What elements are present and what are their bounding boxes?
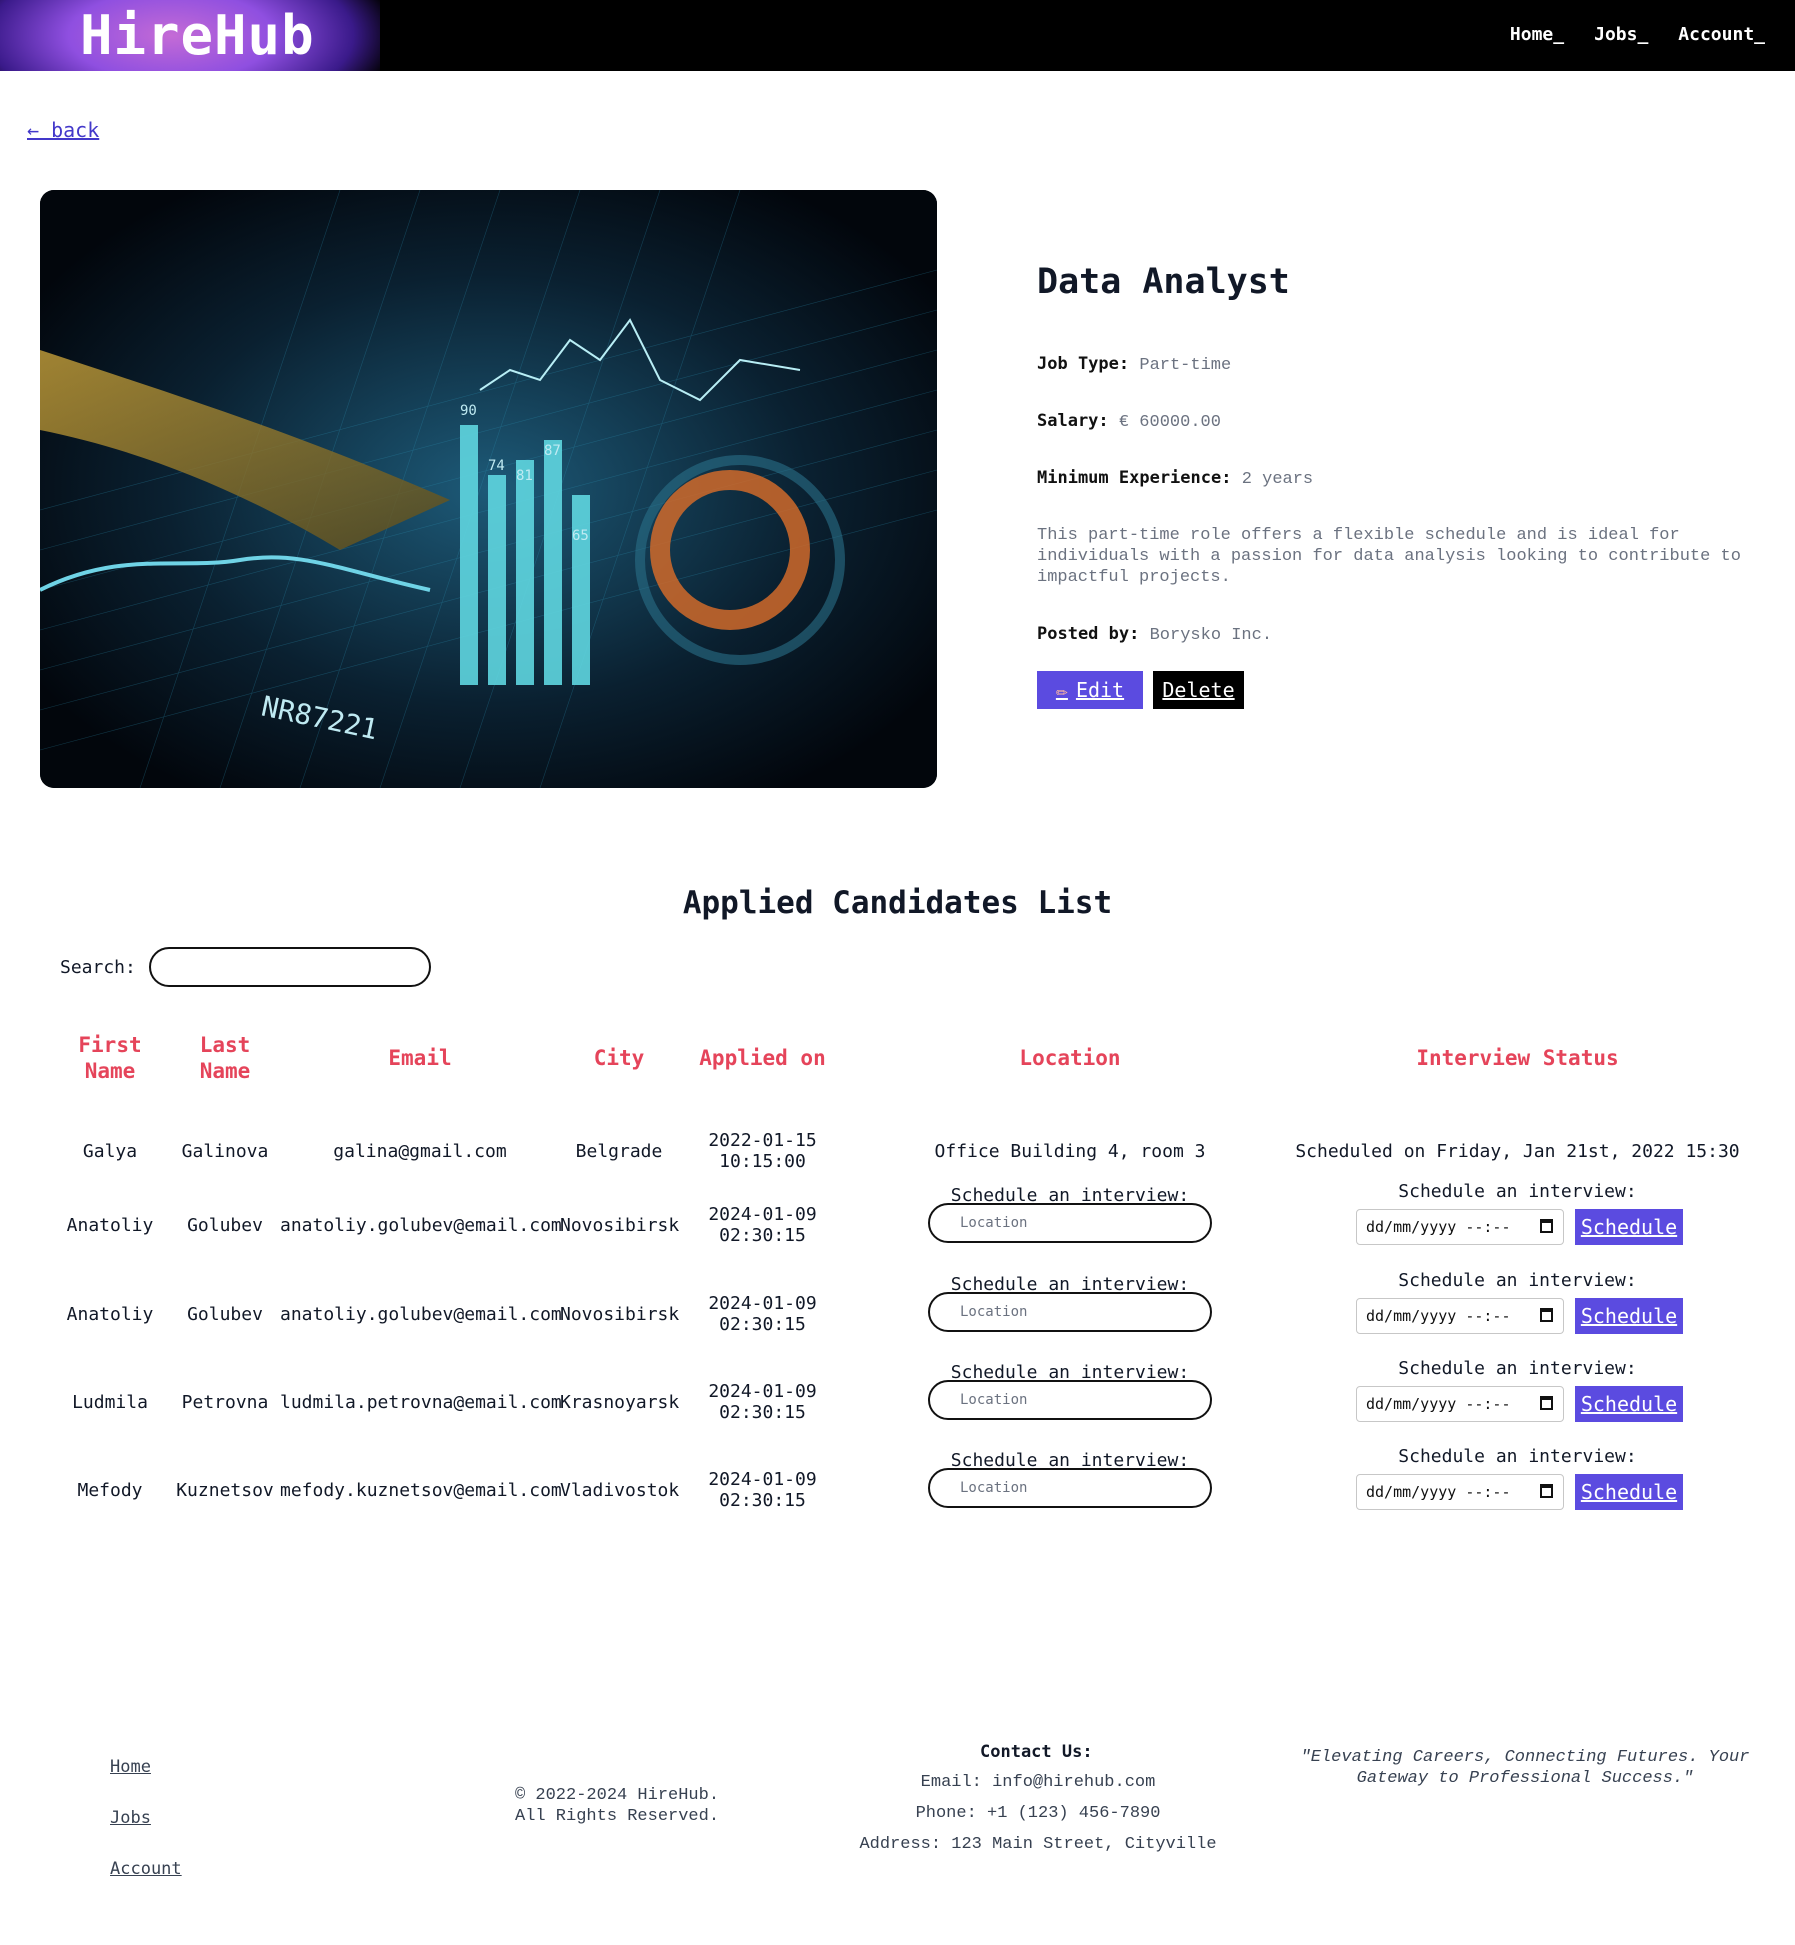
status-schedule-label: Schedule an interview:	[1398, 1446, 1637, 1467]
job-type-row: Job Type: Part-time	[1037, 354, 1231, 375]
col-last-name: Last Name	[199, 1033, 251, 1083]
cell-applied-on: 2022-01-15 10:15:00	[708, 1130, 817, 1172]
cell-first-name: Ludmila	[72, 1392, 148, 1413]
status-schedule-label: Schedule an interview:	[1398, 1358, 1637, 1379]
cell-last-name: Petrovna	[181, 1392, 269, 1413]
posted-by-row: Posted by: Borysko Inc.	[1037, 624, 1272, 645]
col-first-name: First Name	[78, 1033, 142, 1083]
datetime-input[interactable]: dd/mm/yyyy --:--	[1356, 1386, 1564, 1422]
cell-last-name: Kuznetsov	[176, 1480, 274, 1501]
salary-row: Salary: € 60000.00	[1037, 411, 1221, 432]
cell-email: galina@gmail.com	[333, 1141, 507, 1162]
top-navbar: HireHub Home_ Jobs_ Account_	[0, 0, 1795, 71]
nav-account[interactable]: Account_	[1678, 24, 1765, 45]
job-description: This part-time role offers a flexible sc…	[1037, 526, 1741, 587]
col-applied-on: Applied on	[699, 1046, 826, 1070]
cell-city: Krasnoyarsk	[560, 1392, 680, 1413]
cell-email: ludmila.petrovna@email.com	[280, 1392, 562, 1413]
location-input[interactable]: Location	[928, 1292, 1212, 1332]
schedule-button[interactable]: Schedule	[1575, 1209, 1683, 1245]
delete-button[interactable]: Delete	[1153, 671, 1244, 709]
svg-text:90: 90	[460, 403, 477, 419]
svg-text:74: 74	[488, 458, 505, 474]
footer-link-account[interactable]: Account	[110, 1859, 182, 1879]
cell-city: Novosibirsk	[560, 1304, 680, 1325]
pencil-icon: ✏	[1055, 678, 1068, 702]
edit-button[interactable]: ✏ Edit	[1037, 671, 1143, 709]
cell-first-name: Mefody	[77, 1480, 143, 1501]
cell-first-name: Galya	[82, 1141, 138, 1162]
cell-applied-on: 2024-01-09 02:30:15	[708, 1204, 817, 1246]
contact-address: Address: 123 Main Street, Cityville	[859, 1835, 1217, 1854]
cell-city: Vladivostok	[560, 1480, 680, 1501]
col-location: Location	[1019, 1046, 1121, 1070]
status-schedule-label: Schedule an interview:	[1398, 1270, 1637, 1291]
location-input[interactable]: Location	[928, 1380, 1212, 1420]
nav-jobs[interactable]: Jobs_	[1594, 24, 1648, 45]
datetime-input[interactable]: dd/mm/yyyy --:--	[1356, 1474, 1564, 1510]
back-link[interactable]: ← back	[27, 118, 99, 142]
col-email: Email	[388, 1046, 452, 1070]
posted-by-value: Borysko Inc.	[1149, 626, 1273, 645]
calendar-icon[interactable]	[1540, 1484, 1553, 1498]
candidates-title: Applied Candidates List	[682, 885, 1113, 921]
cell-location: Office Building 4, room 3	[934, 1141, 1206, 1162]
footer-quote: "Elevating Careers, Connecting Futures. …	[1300, 1748, 1750, 1788]
calendar-icon[interactable]	[1540, 1219, 1553, 1233]
svg-text:81: 81	[516, 468, 533, 484]
logo[interactable]: HireHub	[0, 0, 380, 71]
cell-first-name: Anatoliy	[66, 1215, 154, 1236]
col-interview-status: Interview Status	[1416, 1046, 1619, 1070]
salary-value: € 60000.00	[1118, 413, 1221, 432]
search-input[interactable]	[149, 947, 431, 987]
status-schedule-label: Schedule an interview:	[1398, 1181, 1637, 1202]
cell-city: Novosibirsk	[560, 1215, 680, 1236]
contact-title: Contact Us:	[980, 1742, 1093, 1762]
calendar-icon[interactable]	[1540, 1308, 1553, 1322]
cell-email: anatoliy.golubev@email.com	[280, 1215, 562, 1236]
svg-text:87: 87	[544, 443, 561, 459]
experience-value: 2 years	[1241, 470, 1314, 489]
cell-last-name: Golubev	[187, 1215, 263, 1236]
main-nav: Home_ Jobs_ Account_	[1510, 24, 1765, 45]
cell-city: Belgrade	[575, 1141, 663, 1162]
experience-label: Minimum Experience:	[1037, 468, 1232, 488]
cell-applied-on: 2024-01-09 02:30:15	[708, 1293, 817, 1335]
job-image: NR87221 90 74 81 87 65	[40, 190, 937, 788]
job-type-value: Part-time	[1139, 356, 1232, 375]
cell-last-name: Galinova	[181, 1141, 269, 1162]
cell-email: anatoliy.golubev@email.com	[280, 1304, 562, 1325]
cell-first-name: Anatoliy	[66, 1304, 154, 1325]
posted-by-label: Posted by:	[1037, 624, 1140, 644]
schedule-button[interactable]: Schedule	[1575, 1386, 1683, 1422]
cell-applied-on: 2024-01-09 02:30:15	[708, 1381, 817, 1423]
salary-label: Salary:	[1037, 411, 1109, 431]
datetime-input[interactable]: dd/mm/yyyy --:--	[1356, 1209, 1564, 1245]
job-title: Data Analyst	[1037, 262, 1290, 302]
cell-email: mefody.kuznetsov@email.com	[280, 1480, 562, 1501]
contact-phone: Phone: +1 (123) 456-7890	[915, 1804, 1161, 1823]
job-type-label: Job Type:	[1037, 354, 1130, 374]
cell-last-name: Golubev	[187, 1304, 263, 1325]
experience-row: Minimum Experience: 2 years	[1037, 468, 1313, 489]
schedule-button[interactable]: Schedule	[1575, 1298, 1683, 1334]
datetime-input[interactable]: dd/mm/yyyy --:--	[1356, 1298, 1564, 1334]
svg-text:65: 65	[572, 528, 589, 544]
cell-interview-status: Scheduled on Friday, Jan 21st, 2022 15:3…	[1295, 1141, 1740, 1162]
calendar-icon[interactable]	[1540, 1396, 1553, 1410]
location-input[interactable]: Location	[928, 1203, 1212, 1243]
schedule-button[interactable]: Schedule	[1575, 1474, 1683, 1510]
nav-home[interactable]: Home_	[1510, 24, 1564, 45]
cell-applied-on: 2024-01-09 02:30:15	[708, 1469, 817, 1511]
location-input[interactable]: Location	[928, 1468, 1212, 1508]
col-city: City	[593, 1046, 645, 1070]
search-label: Search:	[60, 957, 136, 978]
